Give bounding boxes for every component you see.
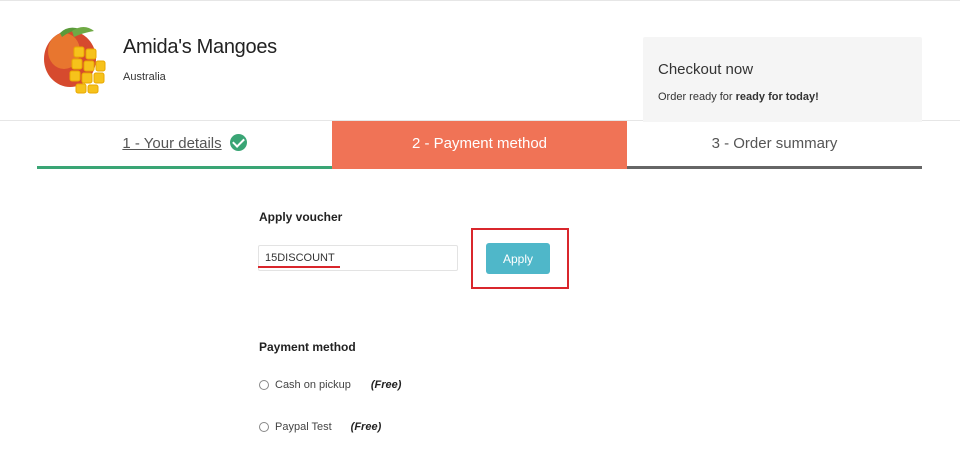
radio-button[interactable]	[259, 380, 269, 390]
radio-button[interactable]	[259, 422, 269, 432]
voucher-heading: Apply voucher	[259, 210, 343, 224]
apply-button-highlight-annotation	[471, 228, 569, 289]
step-your-details-label: 1 - Your details	[122, 135, 222, 152]
step-order-summary-label: 3 - Order summary	[711, 135, 838, 152]
store-header: Amida's Mangoes Australia Checkout now O…	[0, 0, 960, 122]
payment-option-cash[interactable]: Cash on pickup (Free)	[259, 379, 401, 391]
checkout-steps: 1 - Your details 2 - Payment method 3 - …	[37, 121, 922, 169]
step-payment-method-label: 2 - Payment method	[411, 135, 548, 152]
checkout-ready-prefix: Order ready for	[658, 91, 733, 103]
step-payment-method[interactable]: 2 - Payment method	[332, 121, 627, 169]
checkout-title: Checkout now	[658, 61, 754, 78]
payment-option-paypal[interactable]: Paypal Test (Free)	[259, 421, 381, 433]
payment-option-label: Paypal Test	[275, 421, 332, 433]
store-country: Australia	[123, 71, 166, 83]
checkout-panel: Checkout now Order ready for ready for t…	[643, 37, 922, 122]
step-your-details[interactable]: 1 - Your details	[37, 121, 332, 169]
payment-method-heading: Payment method	[259, 340, 356, 354]
payment-option-fee: (Free)	[350, 421, 382, 433]
payment-option-label: Cash on pickup	[275, 379, 351, 391]
payment-option-fee: (Free)	[370, 379, 402, 391]
checkout-ready-time: ready for today!	[735, 91, 819, 103]
checkout-ready-text: Order ready for ready for today!	[658, 91, 819, 103]
voucher-underline-annotation	[258, 266, 340, 268]
store-name: Amida's Mangoes	[123, 36, 277, 58]
step-order-summary[interactable]: 3 - Order summary	[627, 121, 922, 169]
mango-logo	[44, 27, 106, 94]
check-circle-icon	[229, 134, 247, 151]
